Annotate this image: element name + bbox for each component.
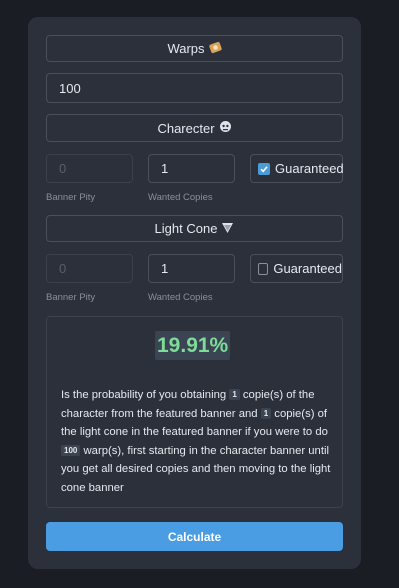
character-wanted-copies-input[interactable]: 1: [148, 154, 235, 183]
result-percentage: 19.91%: [155, 331, 231, 360]
character-wanted-copies-value: 1: [161, 161, 169, 176]
warps-input[interactable]: 100: [46, 73, 343, 103]
character-wanted-caption: Wanted Copies: [148, 192, 213, 203]
character-guaranteed-toggle[interactable]: Guaranteed: [250, 154, 344, 183]
light-cone-pity-placeholder: 0: [59, 261, 67, 276]
calculate-button[interactable]: Calculate: [46, 522, 343, 551]
light-cone-wanted-copies-value: 1: [161, 261, 169, 276]
character-pity-placeholder: 0: [59, 161, 67, 176]
character-pity-caption: Banner Pity: [46, 192, 96, 203]
light-cone-pity-input[interactable]: 0: [46, 254, 133, 283]
result-text-4: warp(s), first starting in the character…: [61, 444, 331, 494]
result-panel: 19.91% Is the probability of you obtaini…: [46, 316, 343, 508]
light-cone-wanted-copies-input[interactable]: 1: [148, 254, 235, 283]
character-icon: [219, 120, 232, 136]
light-cone-pity-caption: Banner Pity: [46, 292, 96, 303]
result-text-1: Is the probability of you obtaining: [61, 389, 227, 401]
character-pity-input[interactable]: 0: [46, 154, 133, 183]
light-cone-guaranteed-label: Guaranteed: [273, 261, 342, 276]
warps-input-value: 100: [59, 80, 81, 96]
warps-header: Warps: [46, 35, 343, 62]
result-char-copies: 1: [229, 389, 240, 400]
light-cone-header: Light Cone: [46, 215, 343, 242]
character-header-label: Charecter: [157, 120, 215, 136]
light-cone-icon: [221, 221, 234, 237]
result-cone-copies: 1: [260, 407, 272, 419]
character-guaranteed-label: Guaranteed: [275, 161, 344, 176]
character-header: Charecter: [46, 114, 343, 142]
checkbox-checked-icon[interactable]: [258, 162, 270, 175]
light-cone-wanted-caption: Wanted Copies: [148, 292, 213, 303]
light-cone-header-label: Light Cone: [154, 221, 218, 236]
warps-header-label: Warps: [167, 41, 205, 56]
star-rail-pass-icon: [208, 41, 222, 57]
result-warps: 100: [61, 444, 81, 456]
checkbox-unchecked-icon[interactable]: [258, 262, 269, 275]
light-cone-guaranteed-toggle[interactable]: Guaranteed: [250, 254, 343, 283]
result-description: Is the probability of you obtaining 1 co…: [61, 386, 333, 497]
